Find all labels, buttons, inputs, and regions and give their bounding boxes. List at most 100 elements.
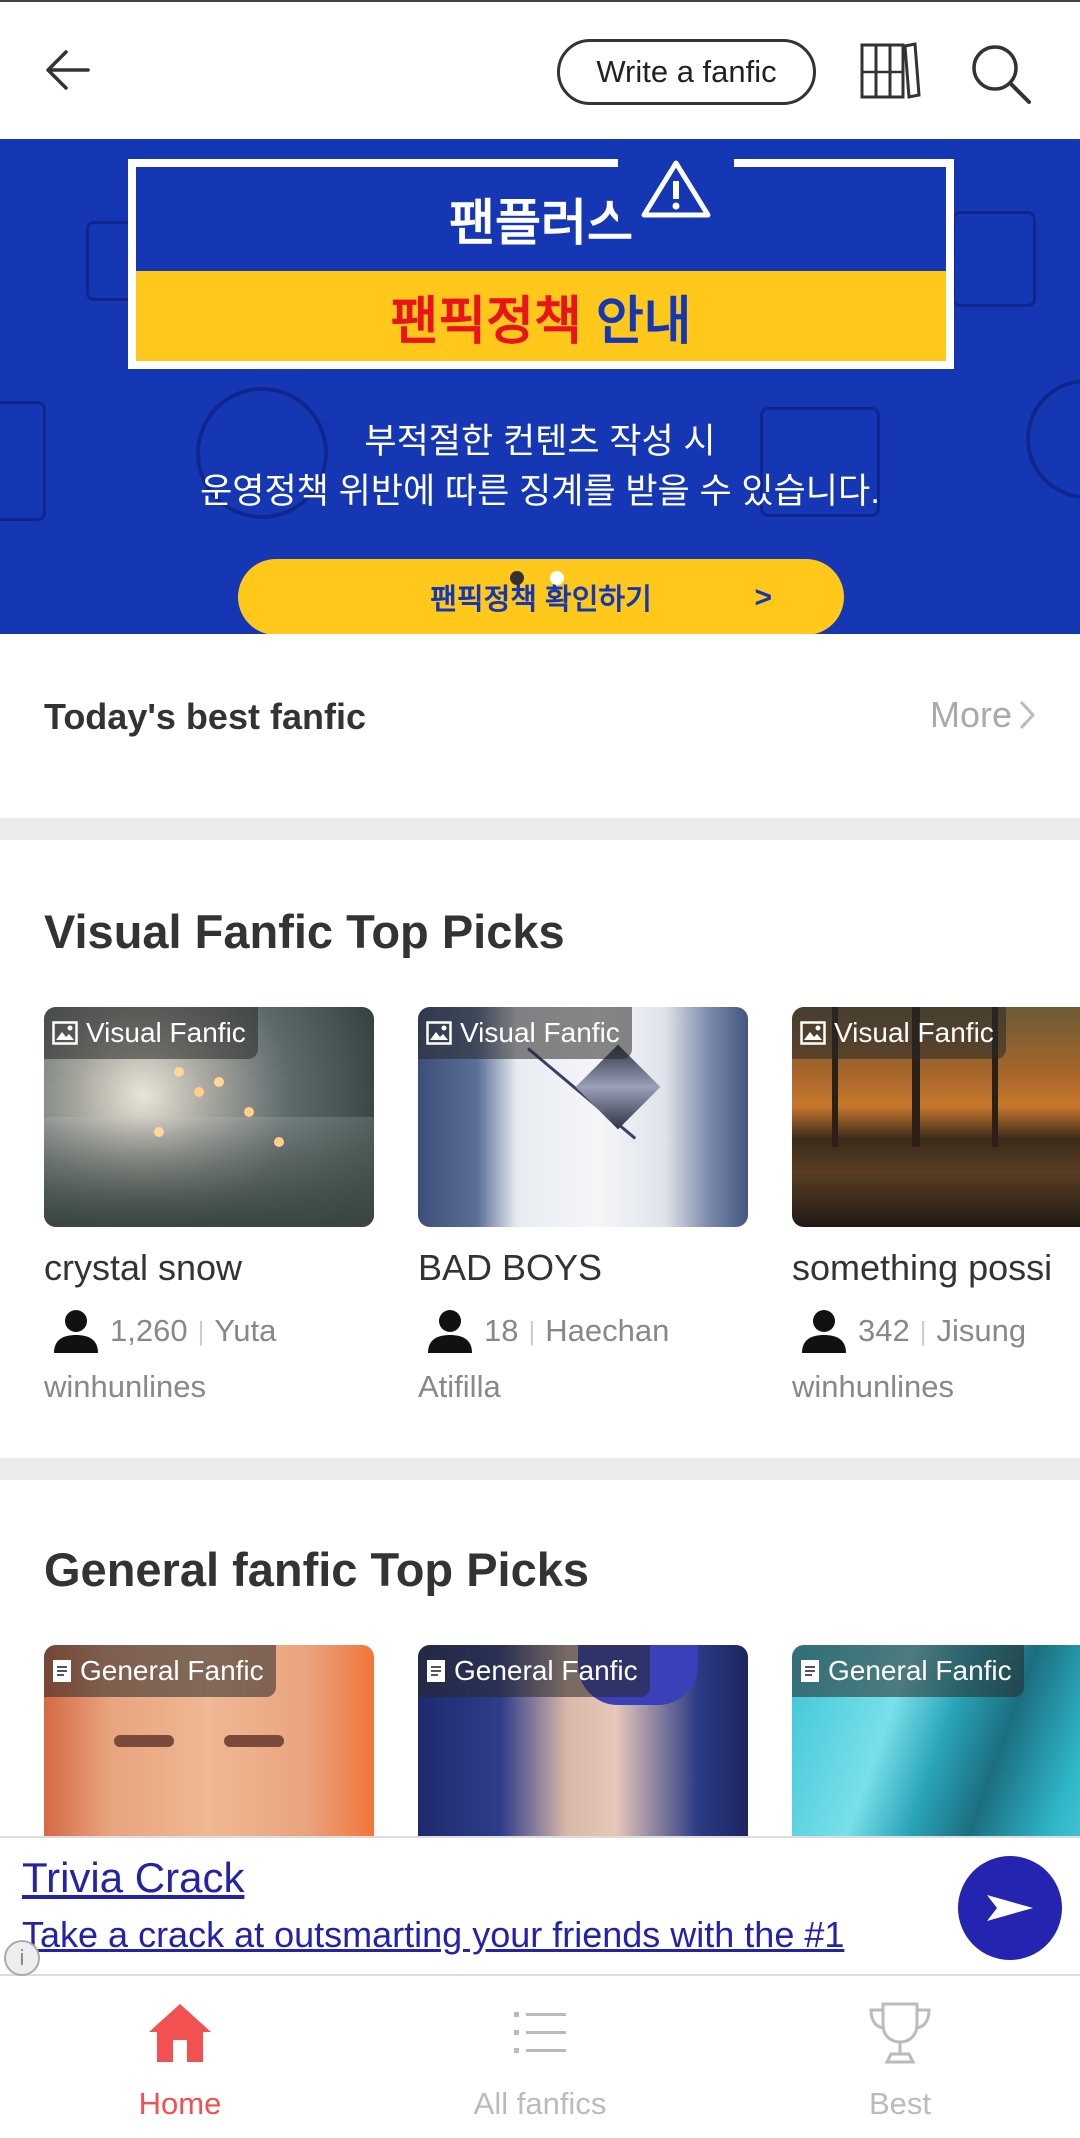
- general-fanfic-tag-label: General Fanfic: [80, 1655, 264, 1686]
- banner-message-line2: 운영정책 위반에 따른 징계를 받을 수 있습니다.: [200, 472, 880, 511]
- fanfic-card[interactable]: Visual Fanfic BAD BOYS 18 | Haechan Atif…: [418, 1007, 748, 1417]
- books-icon: [860, 42, 921, 99]
- ad-banner[interactable]: Trivia Crack Take a crack at outsmarting…: [0, 1836, 1080, 1976]
- meta-divider: |: [919, 1315, 927, 1346]
- author-name: winhunlines: [44, 1369, 206, 1404]
- bottom-navigation: Home All fanfics Best: [0, 1976, 1080, 2138]
- general-section-title: General fanfic Top Picks: [44, 1543, 590, 1596]
- write-fanfic-button[interactable]: Write a fanfic: [557, 39, 816, 105]
- fanfic-title: BAD BOYS: [418, 1247, 603, 1288]
- document-icon: [801, 1660, 819, 1682]
- banner-brand: 팬플러스: [449, 195, 633, 251]
- image-icon: [426, 1021, 452, 1045]
- nav-home[interactable]: Home: [0, 1976, 360, 2138]
- image-icon: [800, 1021, 826, 1045]
- home-icon: [145, 1998, 215, 2068]
- chevron-right-icon: [1019, 700, 1036, 730]
- ad-title-link[interactable]: Trivia Crack: [22, 1854, 244, 1902]
- general-fanfic-tag: General Fanfic: [44, 1645, 276, 1697]
- nav-home-label: Home: [138, 2086, 222, 2121]
- policy-banner[interactable]: 팬플러스 팬픽정책 안내 부적절한 컨텐츠 작성 시 운영정책 위반에 따른 징…: [0, 139, 1080, 634]
- author-name: Atifilla: [418, 1369, 501, 1404]
- document-icon: [53, 1660, 71, 1682]
- fanfic-title: crystal snow: [44, 1247, 243, 1288]
- list-icon: [505, 1998, 575, 2068]
- general-fanfic-tag: General Fanfic: [418, 1645, 650, 1697]
- meta-divider: |: [528, 1315, 536, 1346]
- general-fanfic-tag-label: General Fanfic: [454, 1655, 638, 1686]
- section-divider: [0, 1458, 1080, 1480]
- member-name: Haechan: [545, 1313, 670, 1348]
- fanfic-thumbnail: General Fanfic: [418, 1645, 748, 1836]
- back-arrow-icon: [46, 50, 90, 90]
- ad-play-button[interactable]: [958, 1856, 1062, 1960]
- fanfic-card[interactable]: Visual Fanfic something possi 342 | Jisu…: [792, 1007, 1080, 1417]
- nav-best-label: Best: [868, 2086, 932, 2121]
- member-name: Yuta: [214, 1313, 277, 1348]
- fanfic-meta: 1,260 | Yuta: [44, 1309, 276, 1353]
- document-icon: [427, 1660, 445, 1682]
- visual-section-title: Visual Fanfic Top Picks: [44, 905, 565, 958]
- warning-badge: [618, 151, 734, 227]
- carousel-dot[interactable]: [550, 571, 564, 585]
- notice-box: 팬플러스 팬픽정책 안내: [128, 151, 954, 369]
- view-count: 18: [484, 1313, 519, 1348]
- visual-fanfic-tag: Visual Fanfic: [44, 1007, 258, 1059]
- ad-text-link[interactable]: Take a crack at outsmarting your friends…: [22, 1914, 844, 1956]
- ad-info-icon[interactable]: i: [4, 1940, 40, 1976]
- fanfic-thumbnail: Visual Fanfic: [44, 1007, 374, 1227]
- warning-icon: [641, 160, 711, 218]
- banner-headline-blue: 안내: [595, 292, 692, 351]
- visual-fanfic-tag-label: Visual Fanfic: [834, 1017, 994, 1048]
- visual-fanfic-tag-label: Visual Fanfic: [460, 1017, 620, 1048]
- todays-best-title: Today's best fanfic: [44, 696, 366, 737]
- member-name: Jisung: [936, 1313, 1027, 1348]
- fanfic-card[interactable]: General Fanfic: [792, 1645, 1080, 1836]
- carousel-dot[interactable]: [510, 571, 524, 585]
- nav-best[interactable]: Best: [720, 1976, 1080, 2138]
- fanfic-thumbnail: General Fanfic: [44, 1645, 374, 1836]
- banner-headline: 팬픽정책 안내: [136, 271, 946, 361]
- fanfic-meta: 342 | Jisung: [792, 1309, 1026, 1353]
- fanfic-thumbnail: Visual Fanfic: [792, 1007, 1080, 1227]
- fanfic-card[interactable]: General Fanfic: [418, 1645, 748, 1836]
- visual-fanfic-tag-label: Visual Fanfic: [86, 1017, 246, 1048]
- trophy-icon: [865, 1998, 935, 2068]
- section-divider: [0, 818, 1080, 840]
- person-icon: [802, 1310, 846, 1353]
- visual-fanfic-tag: Visual Fanfic: [418, 1007, 632, 1059]
- fanfic-thumbnail: Visual Fanfic: [418, 1007, 748, 1227]
- nav-all-fanfics[interactable]: All fanfics: [360, 1976, 720, 2138]
- search-button[interactable]: [963, 36, 1039, 112]
- fanfic-thumbnail: General Fanfic: [792, 1645, 1080, 1836]
- fanfic-meta: 18 | Haechan: [418, 1309, 669, 1353]
- nav-all-fanfics-label: All fanfics: [473, 2086, 607, 2121]
- more-link[interactable]: More: [930, 694, 1036, 736]
- meta-divider: |: [197, 1315, 205, 1346]
- person-icon: [54, 1310, 98, 1353]
- banner-decoration: [952, 211, 1036, 307]
- more-label: More: [929, 694, 1012, 735]
- person-icon: [428, 1310, 472, 1353]
- search-icon: [972, 45, 1031, 104]
- back-button[interactable]: [30, 32, 106, 108]
- todays-best-section: Today's best fanfic More: [0, 634, 1080, 818]
- view-count: 342: [858, 1313, 910, 1348]
- fanfic-title: something possi: [792, 1247, 1053, 1288]
- author-name: winhunlines: [792, 1369, 954, 1404]
- chevron-right-icon: >: [754, 581, 772, 614]
- app-header: Write a fanfic: [0, 0, 1080, 139]
- carousel-dots: [510, 571, 564, 585]
- general-fanfic-tag: General Fanfic: [792, 1645, 1024, 1697]
- library-button[interactable]: [855, 36, 925, 106]
- banner-headline-red: 팬픽정책: [390, 292, 582, 351]
- fanfic-card[interactable]: General Fanfic: [44, 1645, 374, 1836]
- visual-fanfic-tag: Visual Fanfic: [792, 1007, 1006, 1059]
- view-count: 1,260: [110, 1313, 188, 1348]
- image-icon: [52, 1021, 78, 1045]
- banner-message: 부적절한 컨텐츠 작성 시 운영정책 위반에 따른 징계를 받을 수 있습니다.: [0, 417, 1080, 517]
- banner-message-line1: 부적절한 컨텐츠 작성 시: [364, 422, 716, 461]
- general-fanfic-tag-label: General Fanfic: [828, 1655, 1012, 1686]
- fanfic-card[interactable]: Visual Fanfic crystal snow 1,260 | Yuta …: [44, 1007, 374, 1417]
- play-icon: [987, 1895, 1033, 1921]
